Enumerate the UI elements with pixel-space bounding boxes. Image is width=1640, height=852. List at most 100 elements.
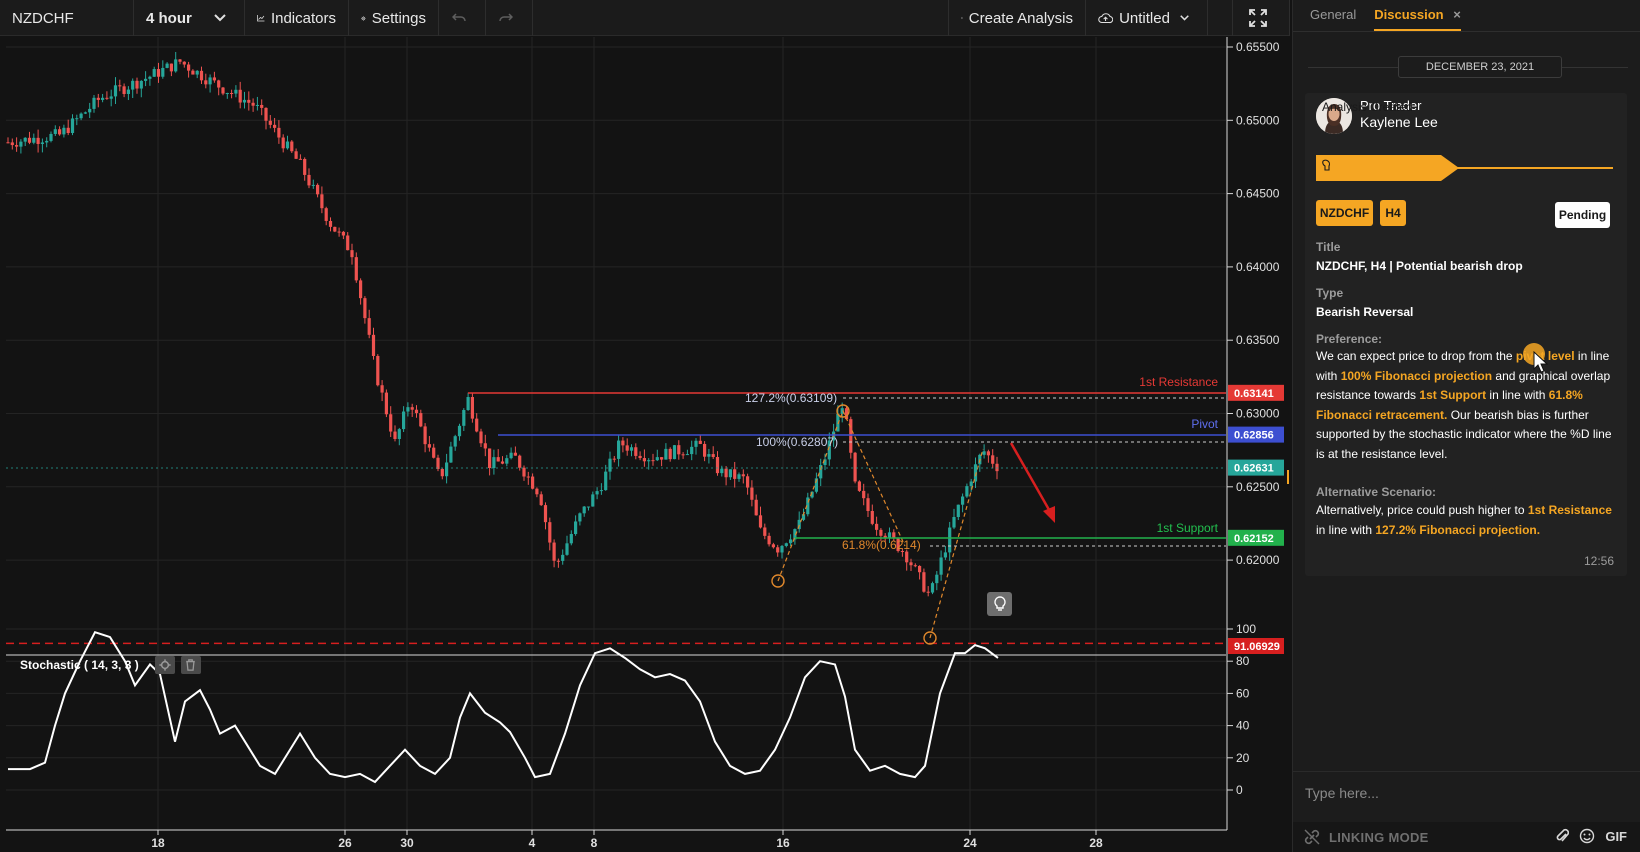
fib-618-label: 61.8%(0.6214) xyxy=(842,538,921,552)
candle-body xyxy=(402,411,406,430)
highlight-fib-127: 127.2% Fibonacci projection. xyxy=(1375,522,1541,537)
attachment-icon[interactable] xyxy=(1555,828,1570,844)
candle-body xyxy=(767,535,771,545)
redo-button[interactable] xyxy=(486,0,533,36)
symbol-selector[interactable]: NZDCHF xyxy=(0,0,134,36)
candle-body xyxy=(247,99,251,103)
gif-button[interactable]: GIF xyxy=(1605,829,1627,844)
date-tick-label: 8 xyxy=(591,836,598,850)
candle-body xyxy=(488,448,492,469)
candle-body xyxy=(780,545,784,553)
candle-body xyxy=(552,542,556,561)
emoji-icon[interactable] xyxy=(1579,828,1595,844)
alt-scenario-label: Alternative Scenario: xyxy=(1316,485,1437,499)
stochastic-tick-label: 80 xyxy=(1236,654,1250,668)
stochastic-value-text: 91.06929 xyxy=(1234,641,1280,653)
redo-icon xyxy=(499,13,513,22)
price-tag-label: 0.62856 xyxy=(1234,430,1274,442)
indicators-button[interactable]: Indicators xyxy=(245,0,349,36)
candle-body xyxy=(784,543,788,546)
candle-body xyxy=(290,141,294,152)
candle-body xyxy=(664,448,668,460)
settings-button[interactable]: Settings xyxy=(349,0,439,36)
layout-name: Untitled xyxy=(1119,9,1170,27)
price-tick-label: 0.64000 xyxy=(1236,260,1280,274)
timeframe-dropdown[interactable]: 4 hour xyxy=(134,0,245,36)
candle-body xyxy=(88,108,92,113)
candle-body xyxy=(638,455,642,459)
candle-body xyxy=(406,407,410,412)
fullscreen-button[interactable] xyxy=(1232,0,1290,36)
candle-body xyxy=(199,70,204,81)
candle-body xyxy=(578,513,582,522)
candle-body xyxy=(307,174,311,186)
candle-body xyxy=(118,85,122,87)
candle-body xyxy=(935,574,939,584)
candle-body xyxy=(264,107,268,121)
alt-scenario-text: Alternatively, price could push higher t… xyxy=(1316,501,1616,540)
fib-127-label: 127.2%(0.63109) xyxy=(745,391,837,405)
candle-body xyxy=(238,89,242,103)
candle-body xyxy=(591,494,595,507)
stochastic-tick-label: 20 xyxy=(1236,751,1250,765)
candle-body xyxy=(135,80,139,89)
candle-body xyxy=(857,481,861,491)
price-axis[interactable]: 0.65500 0.65000 0.64500 0.64000 0.63500 0.630… xyxy=(1227,40,1280,567)
chart-canvas[interactable]: 1st Resistance Pivot 1st Support 127.2%(… xyxy=(0,37,1290,852)
create-analysis-button[interactable]: Create Analysis xyxy=(948,0,1086,36)
candle-body xyxy=(148,76,152,79)
candle-body xyxy=(217,80,221,88)
candle-body xyxy=(625,445,629,451)
chevron-down-icon xyxy=(214,14,226,22)
support-label: 1st Support xyxy=(1157,521,1219,535)
highlight-support: 1st Support xyxy=(1419,388,1487,402)
stochastic-delete-button[interactable] xyxy=(180,656,201,674)
status-ribbon-label: Analysis Created xyxy=(1322,100,1413,114)
create-analysis-label: Create Analysis xyxy=(968,9,1073,27)
candle-body xyxy=(548,522,552,543)
message-input[interactable] xyxy=(1305,780,1625,806)
status-badge: Pending xyxy=(1555,202,1610,228)
candle-body xyxy=(350,250,354,258)
candle-body xyxy=(169,63,173,72)
candle-body xyxy=(776,547,780,553)
layout-dropdown[interactable]: Untitled xyxy=(1086,0,1208,36)
idea-button[interactable] xyxy=(987,592,1012,616)
candle-body xyxy=(449,446,453,463)
time-axis[interactable]: 18 26 30 4 8 16 24 28 xyxy=(151,830,1103,850)
candle-body xyxy=(79,113,83,119)
price-chart[interactable]: 1st Resistance Pivot 1st Support 127.2%(… xyxy=(0,37,1294,852)
candle-body xyxy=(711,454,715,457)
tab-discussion[interactable]: Discussion × xyxy=(1374,7,1461,31)
price-tick-label: 0.63000 xyxy=(1236,407,1280,421)
price-tick-label: 0.63500 xyxy=(1236,333,1280,347)
chart-line-icon xyxy=(257,15,265,22)
candle-body xyxy=(737,474,741,479)
candle-body xyxy=(543,505,548,523)
candle-body xyxy=(324,208,328,221)
pivot-label: Pivot xyxy=(1191,417,1218,431)
candle-body xyxy=(909,562,913,566)
stochastic-settings-button[interactable] xyxy=(154,656,175,674)
candle-body xyxy=(311,184,315,186)
candle-body xyxy=(380,385,384,393)
candle-body xyxy=(152,69,156,77)
candle-body xyxy=(634,447,638,456)
tab-general[interactable]: General xyxy=(1310,7,1356,31)
undo-button[interactable] xyxy=(439,0,486,36)
fullscreen-icon xyxy=(1249,9,1267,27)
candle-body xyxy=(432,447,436,458)
status-ribbon xyxy=(1316,155,1459,181)
close-icon[interactable]: × xyxy=(1453,7,1461,22)
candle-body xyxy=(690,446,694,455)
panel-footer: LINKING MODE GIF xyxy=(1293,822,1640,852)
side-panel: General Discussion × DECEMBER 23, 2021 P… xyxy=(1292,0,1640,852)
candle-body xyxy=(715,456,720,474)
candle-body xyxy=(496,457,500,462)
bearish-arrow[interactable] xyxy=(1009,442,1054,516)
link-icon[interactable] xyxy=(1303,828,1321,846)
linking-mode-label[interactable]: LINKING MODE xyxy=(1329,830,1429,845)
candle-body xyxy=(204,80,208,85)
panel-tabs: General Discussion × xyxy=(1293,0,1640,32)
date-tick-label: 4 xyxy=(529,836,536,850)
